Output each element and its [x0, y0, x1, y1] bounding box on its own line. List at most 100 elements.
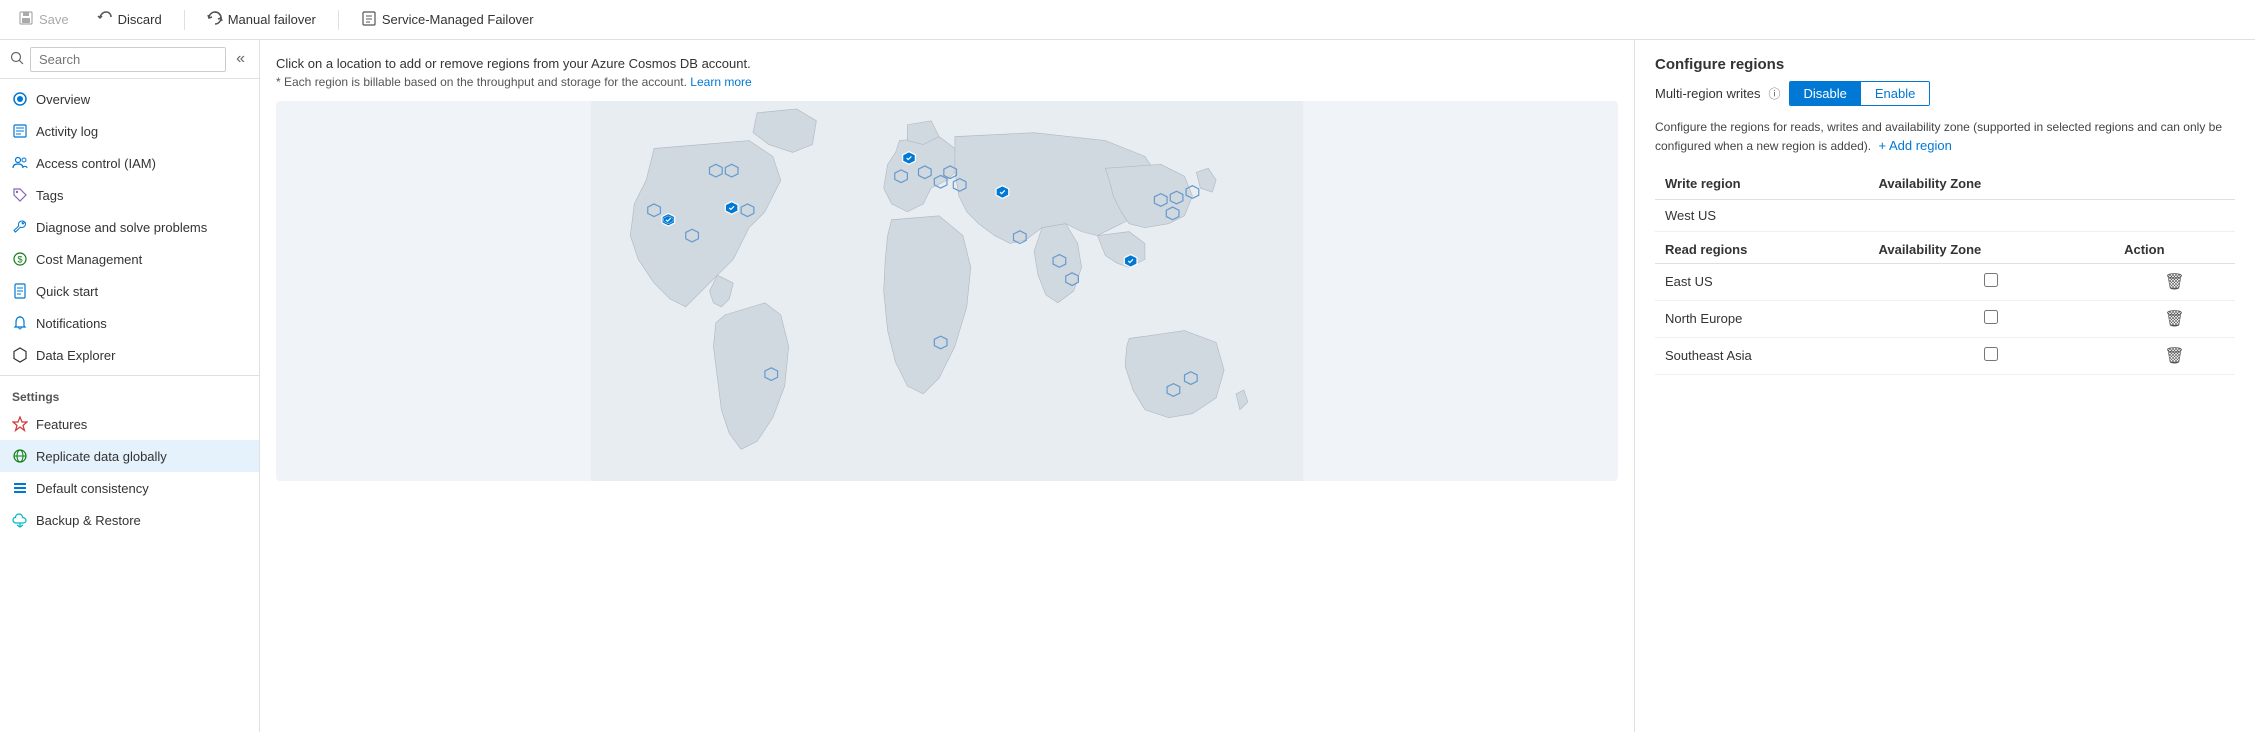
search-box: «: [0, 40, 259, 79]
sidebar-item-diagnose[interactable]: Diagnose and solve problems: [0, 211, 259, 243]
enable-toggle-button[interactable]: Enable: [1861, 82, 1929, 105]
settings-section-label: Settings: [0, 380, 259, 408]
sidebar-item-label: Access control (IAM): [36, 156, 156, 171]
sidebar-item-label: Activity log: [36, 124, 98, 139]
region-central-us: [996, 186, 1009, 199]
save-button[interactable]: Save: [12, 7, 75, 32]
read-region-north-europe-az[interactable]: [1868, 300, 2114, 337]
sidebar-item-access-control[interactable]: Access control (IAM): [0, 147, 259, 179]
read-region-north-europe-name: North Europe: [1655, 300, 1868, 337]
read-az-col-header: Availability Zone: [1868, 231, 2114, 263]
read-regions-col-header: Read regions: [1655, 231, 1868, 263]
circle-icon: [12, 91, 28, 107]
sidebar-item-label: Diagnose and solve problems: [36, 220, 207, 235]
sidebar-item-label: Overview: [36, 92, 90, 107]
regions-table: Write region Availability Zone West US R…: [1655, 168, 2235, 375]
service-managed-failover-label: Service-Managed Failover: [382, 12, 534, 27]
sidebar-item-quick-start[interactable]: Quick start: [0, 275, 259, 307]
add-region-link[interactable]: + Add region: [1878, 138, 1951, 153]
region-southeast-asia: [1124, 255, 1137, 268]
learn-more-link[interactable]: Learn more: [690, 75, 751, 89]
nav-divider: [0, 375, 259, 376]
search-icon: [10, 51, 24, 68]
search-input[interactable]: [30, 47, 226, 72]
read-region-row-southeast-asia: Southeast Asia 🗑: [1655, 337, 2235, 374]
manual-failover-icon: [207, 10, 223, 29]
write-region-col-header: Write region: [1655, 168, 1868, 200]
discard-button[interactable]: Discard: [91, 7, 168, 32]
sidebar-item-label: Backup & Restore: [36, 513, 141, 528]
southeast-asia-delete-button[interactable]: 🗑: [2164, 346, 2184, 366]
service-managed-failover-button[interactable]: Service-Managed Failover: [355, 7, 540, 32]
sidebar-item-overview[interactable]: Overview: [0, 83, 259, 115]
config-panel: Configure regions Multi-region writes ⓘ …: [1635, 40, 2255, 732]
save-icon: [18, 10, 34, 29]
map-panel: Click on a location to add or remove reg…: [260, 40, 1635, 732]
sidebar-item-backup-restore[interactable]: Backup & Restore: [0, 504, 259, 536]
star-icon: [12, 416, 28, 432]
map-description: Click on a location to add or remove reg…: [276, 56, 1618, 71]
read-region-row-north-europe: North Europe 🗑: [1655, 300, 2235, 337]
read-region-east-us-name: East US: [1655, 263, 1868, 300]
list-icon: [12, 123, 28, 139]
toolbar: Save Discard Manual failover Service-Man…: [0, 0, 2255, 40]
read-region-east-us-az[interactable]: [1868, 263, 2114, 300]
disable-toggle-button[interactable]: Disable: [1790, 82, 1861, 105]
multi-region-label: Multi-region writes: [1655, 86, 1760, 101]
svg-text:$: $: [18, 255, 23, 265]
config-title: Configure regions: [1655, 56, 2235, 73]
north-europe-delete-button[interactable]: 🗑: [2164, 309, 2184, 329]
availability-zone-col-header: Availability Zone: [1868, 168, 2114, 200]
sidebar-item-tags[interactable]: Tags: [0, 179, 259, 211]
globe-icon: [12, 448, 28, 464]
sidebar-item-activity-log[interactable]: Activity log: [0, 115, 259, 147]
main-layout: « Overview Activity log: [0, 40, 2255, 732]
wrench-icon: [12, 219, 28, 235]
write-region-header-row: Write region Availability Zone: [1655, 168, 2235, 200]
tag-icon: [12, 187, 28, 203]
sidebar-item-label: Default consistency: [36, 481, 149, 496]
east-us-az-checkbox[interactable]: [1984, 273, 1998, 287]
sidebar: « Overview Activity log: [0, 40, 260, 732]
sidebar-item-notifications[interactable]: Notifications: [0, 307, 259, 339]
discard-label: Discard: [118, 12, 162, 27]
sidebar-item-cost-management[interactable]: $ Cost Management: [0, 243, 259, 275]
save-label: Save: [39, 12, 69, 27]
sidebar-item-default-consistency[interactable]: Default consistency: [0, 472, 259, 504]
write-region-row: West US: [1655, 199, 2235, 231]
lines-icon: [12, 480, 28, 496]
cloud-icon: [12, 512, 28, 528]
map-note: * Each region is billable based on the t…: [276, 75, 1618, 89]
sidebar-item-label: Quick start: [36, 284, 98, 299]
sidebar-item-replicate-data[interactable]: Replicate data globally: [0, 440, 259, 472]
region-north-europe: [903, 152, 916, 165]
east-us-delete-button[interactable]: 🗑: [2164, 272, 2184, 292]
sidebar-item-features[interactable]: Features: [0, 408, 259, 440]
hex-icon: [12, 347, 28, 363]
read-region-row-east-us: East US 🗑: [1655, 263, 2235, 300]
manual-failover-button[interactable]: Manual failover: [201, 7, 322, 32]
content-area: Click on a location to add or remove reg…: [260, 40, 2255, 732]
cost-icon: $: [12, 251, 28, 267]
sidebar-nav: Overview Activity log Access control (IA…: [0, 79, 259, 732]
sidebar-item-data-explorer[interactable]: Data Explorer: [0, 339, 259, 371]
people-icon: [12, 155, 28, 171]
config-description: Configure the regions for reads, writes …: [1655, 118, 2235, 156]
info-icon[interactable]: ⓘ: [1768, 85, 1780, 102]
sidebar-item-label: Cost Management: [36, 252, 142, 267]
north-europe-az-checkbox[interactable]: [1984, 310, 1998, 324]
write-region-az-cell: [1868, 199, 2114, 231]
sidebar-item-label: Replicate data globally: [36, 449, 167, 464]
collapse-sidebar-button[interactable]: «: [232, 46, 249, 72]
discard-icon: [97, 10, 113, 29]
read-region-southeast-asia-az[interactable]: [1868, 337, 2114, 374]
world-map-svg: [276, 101, 1618, 481]
sidebar-item-label: Data Explorer: [36, 348, 115, 363]
manual-failover-label: Manual failover: [228, 12, 316, 27]
doc-icon: [12, 283, 28, 299]
world-map-container[interactable]: [276, 101, 1618, 481]
action-col-header: Action: [2114, 231, 2235, 263]
region-west-us: [662, 213, 675, 226]
multi-region-row: Multi-region writes ⓘ Disable Enable: [1655, 81, 2235, 106]
southeast-asia-az-checkbox[interactable]: [1984, 347, 1998, 361]
